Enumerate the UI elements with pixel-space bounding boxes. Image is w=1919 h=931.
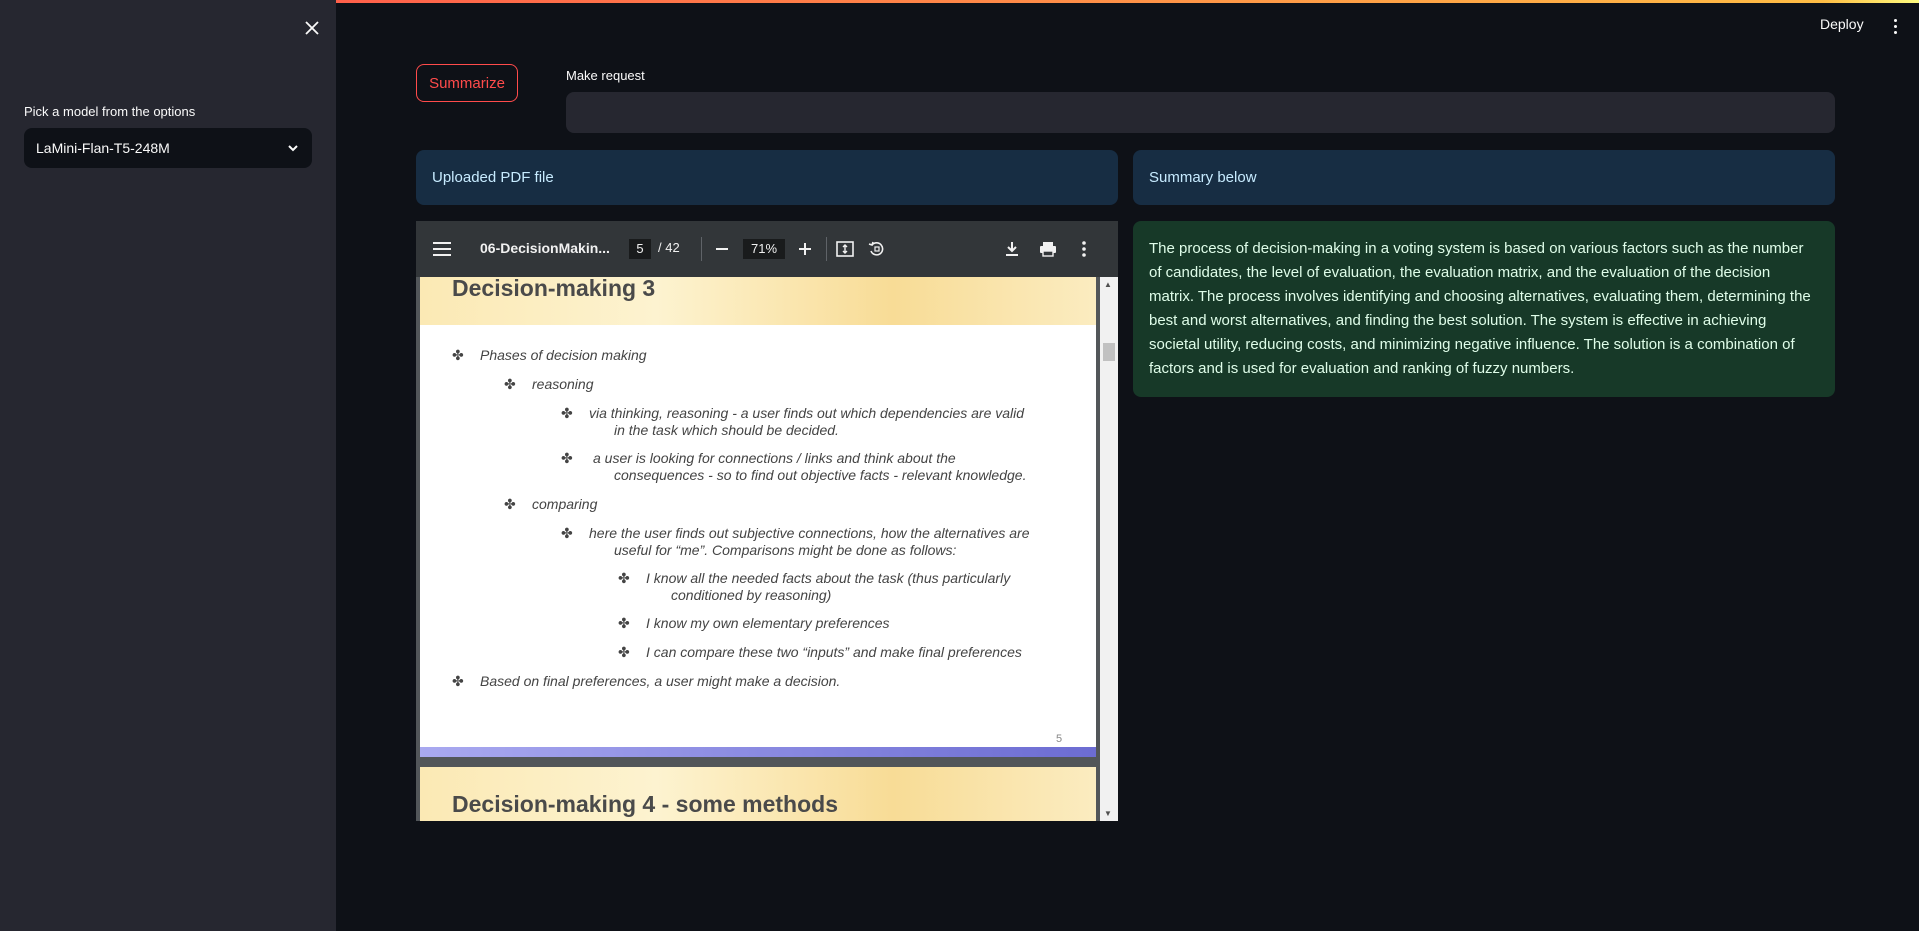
bullet-icon: ✤ — [618, 570, 630, 586]
list-item: ✤ I can compare these two “inputs” and ma… — [618, 644, 1022, 660]
more-vert-icon — [1082, 241, 1086, 257]
request-input[interactable] — [566, 92, 1835, 133]
download-button[interactable] — [1002, 239, 1022, 259]
pdf-toolbar: 06-DecisionMakin... 5 / 42 71% — [416, 221, 1118, 277]
pdf-more-button[interactable] — [1074, 239, 1094, 259]
slide-footer-bar — [420, 747, 1096, 757]
plus-icon — [799, 243, 811, 255]
print-button[interactable] — [1038, 239, 1058, 259]
close-sidebar-button[interactable] — [300, 16, 324, 40]
zoom-level-input[interactable]: 71% — [743, 239, 785, 259]
download-icon — [1006, 242, 1018, 256]
slide-heading: Decision-making 3 — [452, 277, 656, 301]
list-item: ✤ Phases of decision making — [452, 347, 647, 363]
close-icon — [305, 21, 319, 35]
toolbar-divider — [701, 237, 702, 261]
model-select-value: LaMini-Flan-T5-248M — [36, 140, 170, 156]
summary-info: Summary below — [1133, 150, 1835, 205]
list-item: ✤ I know my own elementary preferences — [618, 615, 890, 631]
rotate-icon — [868, 241, 884, 256]
print-icon — [1040, 242, 1056, 257]
pdf-menu-button[interactable] — [432, 239, 452, 259]
bullet-icon: ✤ — [561, 525, 573, 541]
slide-header: Decision-making 3 — [420, 277, 1096, 325]
model-select[interactable]: LaMini-Flan-T5-248M — [24, 128, 312, 168]
list-item: ✤ a user is looking for connections / lin… — [561, 450, 956, 466]
slide-page-number: 5 — [1056, 733, 1063, 745]
scroll-up-icon[interactable]: ▲ — [1104, 280, 1112, 289]
list-item: consequences - so to find out objective … — [614, 467, 1027, 483]
fit-page-icon — [836, 241, 854, 257]
fit-page-button[interactable] — [835, 239, 855, 259]
bullet-icon: ✤ — [561, 405, 573, 421]
toolbar-divider — [826, 237, 827, 261]
list-item: ✤ Based on final preferences, a user migh… — [452, 673, 841, 689]
pdf-page: Decision-making 4 - some methods — [420, 767, 1096, 821]
bullet-icon: ✤ — [504, 376, 516, 392]
rotate-button[interactable] — [867, 239, 887, 259]
list-item: ✤ reasoning — [504, 376, 594, 392]
scroll-down-icon[interactable]: ▼ — [1104, 809, 1112, 818]
list-item: ✤ here the user finds out subjective conn… — [561, 525, 1030, 541]
summarize-button[interactable]: Summarize — [416, 64, 518, 102]
bullet-icon: ✤ — [452, 673, 464, 689]
pdf-page-input[interactable]: 5 — [629, 239, 651, 259]
scrollbar-thumb[interactable] — [1103, 343, 1115, 361]
list-item: ✤ comparing — [504, 496, 598, 512]
bullet-icon: ✤ — [618, 615, 630, 631]
pdf-page-total: / 42 — [658, 240, 680, 255]
sidebar: Pick a model from the options LaMini-Fla… — [0, 0, 336, 931]
main-menu-button[interactable] — [1888, 16, 1902, 36]
deploy-button[interactable]: Deploy — [1820, 16, 1864, 32]
bullet-icon: ✤ — [504, 496, 516, 512]
list-item: ✤ via thinking, reasoning - a user finds … — [561, 405, 1025, 421]
list-item: conditioned by reasoning) — [671, 587, 832, 603]
summary-text: The process of decision-making in a voti… — [1133, 221, 1835, 397]
uploaded-pdf-info: Uploaded PDF file — [416, 150, 1118, 205]
pdf-scrollbar[interactable]: ▲ ▼ — [1100, 277, 1118, 821]
hamburger-icon — [433, 242, 451, 256]
minus-icon — [716, 248, 728, 250]
model-select-label: Pick a model from the options — [24, 104, 196, 119]
request-label: Make request — [566, 68, 645, 83]
slide-header: Decision-making 4 - some methods — [420, 767, 1096, 821]
kebab-dot-icon — [1893, 30, 1897, 34]
slide-heading: Decision-making 4 - some methods — [452, 791, 838, 817]
kebab-dot-icon — [1893, 18, 1897, 22]
pdf-page: Decision-making 3 ✤ Phases of decision ma… — [420, 277, 1096, 757]
chevron-down-icon — [288, 145, 298, 152]
list-item: ✤ I know all the needed facts about the t… — [618, 570, 1011, 586]
zoom-out-button[interactable] — [712, 239, 732, 259]
pdf-viewer[interactable]: 06-DecisionMakin... 5 / 42 71% Decision-… — [416, 221, 1118, 821]
bullet-icon: ✤ — [618, 644, 630, 660]
kebab-dot-icon — [1893, 24, 1897, 28]
bullet-icon: ✤ — [561, 450, 573, 466]
list-item: in the task which should be decided. — [614, 422, 839, 438]
bullet-icon: ✤ — [452, 347, 464, 363]
zoom-in-button[interactable] — [795, 239, 815, 259]
pdf-file-title: 06-DecisionMakin... — [480, 240, 610, 256]
list-item: useful for “me”. Comparisons might be do… — [614, 542, 957, 558]
